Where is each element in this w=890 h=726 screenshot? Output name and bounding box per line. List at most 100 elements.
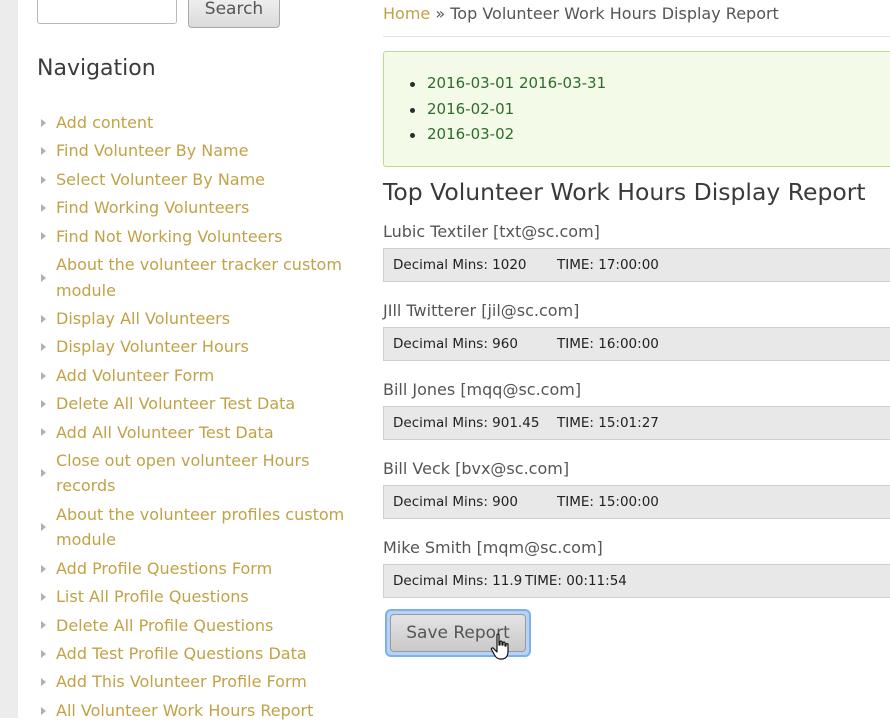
time-value: TIME: 17:00:00 bbox=[557, 257, 659, 273]
sidebar-item-add-profile-questions-form[interactable]: Add Profile Questions Form bbox=[37, 556, 357, 582]
status-message-text: 2016-03-02 bbox=[427, 125, 515, 144]
sidebar-item-label[interactable]: Add Volunteer Form bbox=[56, 366, 214, 385]
sidebar-item-label[interactable]: About the volunteer tracker custom modul… bbox=[56, 255, 342, 300]
triangle-right-icon bbox=[41, 203, 46, 212]
sidebar-item-label[interactable]: Find Working Volunteers bbox=[56, 198, 249, 217]
sidebar-item-delete-all-volunteer-test-data[interactable]: Delete All Volunteer Test Data bbox=[37, 391, 357, 417]
sidebar-item-display-all-volunteers[interactable]: Display All Volunteers bbox=[37, 306, 357, 332]
decimal-mins-value: Decimal Mins: 900 bbox=[393, 494, 518, 510]
time-value: TIME: 15:00:00 bbox=[557, 494, 659, 510]
sidebar-item-delete-all-profile-questions[interactable]: Delete All Profile Questions bbox=[37, 613, 357, 639]
page-title: Top Volunteer Work Hours Display Report bbox=[383, 178, 866, 206]
decimal-mins-value: Decimal Mins: 1020 bbox=[393, 257, 527, 273]
volunteer-name: Bill Jones [mqq@sc.com] bbox=[383, 380, 582, 399]
sidebar-item-display-volunteer-hours[interactable]: Display Volunteer Hours bbox=[37, 334, 357, 360]
decimal-mins-value: Decimal Mins: 960 bbox=[393, 336, 518, 352]
triangle-right-icon bbox=[41, 649, 46, 658]
sidebar-item-label[interactable]: Delete All Volunteer Test Data bbox=[56, 394, 295, 413]
triangle-right-icon bbox=[41, 678, 46, 687]
sidebar-item-label[interactable]: Add This Volunteer Profile Form bbox=[56, 672, 307, 691]
triangle-right-icon bbox=[41, 469, 46, 478]
decimal-mins-value: Decimal Mins: 901.45 bbox=[393, 415, 540, 431]
status-message-box: 2016-03-01 2016-03-31 2016-02-01 2016-03… bbox=[383, 51, 890, 167]
status-message-text: 2016-03-01 2016-03-31 bbox=[427, 74, 607, 92]
breadcrumb-home-link[interactable]: Home bbox=[383, 4, 430, 23]
sidebar-item-find-not-working-volunteers[interactable]: Find Not Working Volunteers bbox=[37, 224, 357, 250]
triangle-right-icon bbox=[41, 232, 46, 241]
breadcrumb-current: Top Volunteer Work Hours Display Report bbox=[450, 4, 779, 23]
triangle-right-icon bbox=[41, 428, 46, 437]
sidebar-item-close-out-open-hours[interactable]: Close out open volunteer Hours records bbox=[37, 448, 357, 499]
sidebar-item-label[interactable]: Find Volunteer By Name bbox=[56, 141, 248, 160]
status-message-text: 2016-02-01 bbox=[427, 99, 515, 118]
sidebar-item-all-volunteer-work-hours-report[interactable]: All Volunteer Work Hours Report bbox=[37, 698, 357, 724]
decimal-mins-value: Decimal Mins: 11.9 bbox=[393, 573, 523, 589]
sidebar-item-add-volunteer-form[interactable]: Add Volunteer Form bbox=[37, 363, 357, 389]
sidebar-item-find-working-volunteers[interactable]: Find Working Volunteers bbox=[37, 195, 357, 221]
status-message-item: 2016-03-01 2016-03-31 bbox=[410, 71, 606, 97]
triangle-right-icon bbox=[41, 621, 46, 630]
triangle-right-icon bbox=[41, 399, 46, 408]
sidebar-item-add-volunteer-profile-form[interactable]: Add This Volunteer Profile Form bbox=[37, 669, 357, 695]
volunteer-hours-bar: Decimal Mins: 900 TIME: 15:00:00 bbox=[383, 485, 890, 519]
time-value: TIME: 16:00:00 bbox=[557, 336, 659, 352]
sidebar-item-find-volunteer-by-name[interactable]: Find Volunteer By Name bbox=[37, 138, 357, 164]
sidebar-item-label[interactable]: Select Volunteer By Name bbox=[56, 170, 265, 189]
sidebar-item-add-test-profile-questions-data[interactable]: Add Test Profile Questions Data bbox=[37, 641, 357, 667]
triangle-right-icon bbox=[41, 273, 46, 282]
hand-pointer-icon bbox=[490, 633, 509, 660]
sidebar-item-label[interactable]: Find Not Working Volunteers bbox=[56, 227, 282, 246]
search-button[interactable]: Search bbox=[188, 0, 280, 28]
sidebar-item-label[interactable]: All Volunteer Work Hours Report bbox=[56, 701, 313, 720]
volunteer-hours-bar: Decimal Mins: 1020 TIME: 17:00:00 bbox=[383, 248, 890, 282]
sidebar-item-add-all-volunteer-test-data[interactable]: Add All Volunteer Test Data bbox=[37, 420, 357, 446]
breadcrumb-divider bbox=[383, 36, 890, 37]
breadcrumb-separator: » bbox=[435, 4, 446, 23]
volunteer-hours-bar: Decimal Mins: 11.9 TIME: 00:11:54 bbox=[383, 564, 890, 598]
status-message-item: 2016-02-01 bbox=[410, 97, 606, 123]
triangle-right-icon bbox=[41, 706, 46, 715]
triangle-right-icon bbox=[41, 593, 46, 602]
volunteer-name: Bill Veck [bvx@sc.com] bbox=[383, 459, 570, 478]
left-gutter bbox=[0, 0, 18, 718]
sidebar-item-label[interactable]: Add content bbox=[56, 113, 153, 132]
sidebar-item-select-volunteer-by-name[interactable]: Select Volunteer By Name bbox=[37, 167, 357, 193]
triangle-right-icon bbox=[41, 343, 46, 352]
triangle-right-icon bbox=[41, 175, 46, 184]
sidebar-item-about-volunteer-tracker[interactable]: About the volunteer tracker custom modul… bbox=[37, 252, 357, 303]
volunteer-hours-bar: Decimal Mins: 901.45 TIME: 15:01:27 bbox=[383, 406, 890, 440]
sidebar-item-label[interactable]: Add Profile Questions Form bbox=[56, 559, 272, 578]
sidebar-item-label[interactable]: Add Test Profile Questions Data bbox=[56, 644, 307, 663]
sidebar-item-label[interactable]: About the volunteer profiles custom modu… bbox=[56, 505, 344, 550]
time-value: TIME: 00:11:54 bbox=[525, 573, 627, 589]
sidebar-item-label[interactable]: Add All Volunteer Test Data bbox=[56, 423, 274, 442]
volunteer-name: Lubic Textiler [txt@sc.com] bbox=[383, 222, 600, 241]
navigation-title: Navigation bbox=[37, 56, 156, 81]
breadcrumb: Home » Top Volunteer Work Hours Display … bbox=[383, 4, 779, 23]
sidebar-item-about-volunteer-profiles[interactable]: About the volunteer profiles custom modu… bbox=[37, 502, 357, 553]
status-message-item: 2016-03-02 bbox=[410, 122, 606, 148]
sidebar-item-label[interactable]: List All Profile Questions bbox=[56, 587, 249, 606]
time-value: TIME: 15:01:27 bbox=[557, 415, 659, 431]
bullet-icon bbox=[410, 107, 415, 113]
sidebar-item-label[interactable]: Close out open volunteer Hours records bbox=[56, 451, 309, 496]
bullet-icon bbox=[410, 82, 415, 87]
search-input[interactable] bbox=[37, 0, 177, 24]
sidebar-item-label[interactable]: Display All Volunteers bbox=[56, 309, 230, 328]
volunteer-name: JIll Twitterer [jil@sc.com] bbox=[383, 301, 580, 320]
status-message-list: 2016-03-01 2016-03-31 2016-02-01 2016-03… bbox=[410, 71, 606, 148]
triangle-right-icon bbox=[41, 564, 46, 573]
sidebar-item-list-all-profile-questions[interactable]: List All Profile Questions bbox=[37, 584, 357, 610]
volunteer-name: Mike Smith [mqm@sc.com] bbox=[383, 538, 603, 557]
sidebar-item-add-content[interactable]: Add content bbox=[37, 110, 357, 136]
triangle-right-icon bbox=[41, 147, 46, 156]
triangle-right-icon bbox=[41, 371, 46, 380]
triangle-right-icon bbox=[41, 118, 46, 127]
triangle-right-icon bbox=[41, 523, 46, 532]
sidebar-item-label[interactable]: Display Volunteer Hours bbox=[56, 337, 249, 356]
triangle-right-icon bbox=[41, 314, 46, 323]
navigation-list: Add content Find Volunteer By Name Selec… bbox=[37, 110, 357, 726]
volunteer-hours-bar: Decimal Mins: 960 TIME: 16:00:00 bbox=[383, 327, 890, 361]
sidebar-item-label[interactable]: Delete All Profile Questions bbox=[56, 616, 273, 635]
bullet-icon bbox=[410, 133, 415, 139]
